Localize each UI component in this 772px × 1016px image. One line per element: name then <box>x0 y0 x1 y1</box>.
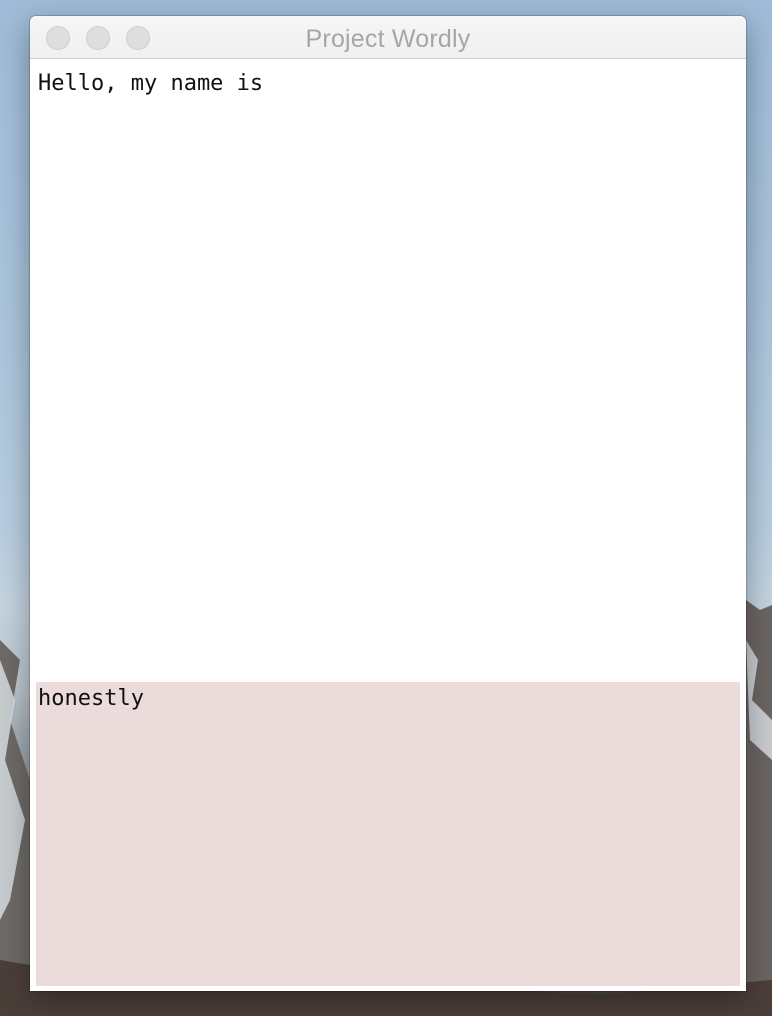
editor-text[interactable]: Hello, my name is <box>38 71 263 96</box>
text-editor[interactable]: Hello, my name is <box>30 59 746 680</box>
app-window: Project Wordly Hello, my name is honestl… <box>30 16 746 991</box>
suggestion-text[interactable]: honestly <box>38 686 144 711</box>
suggestion-panel[interactable]: honestly <box>36 682 740 986</box>
title-bar[interactable]: Project Wordly <box>30 16 746 59</box>
window-title: Project Wordly <box>305 25 471 53</box>
